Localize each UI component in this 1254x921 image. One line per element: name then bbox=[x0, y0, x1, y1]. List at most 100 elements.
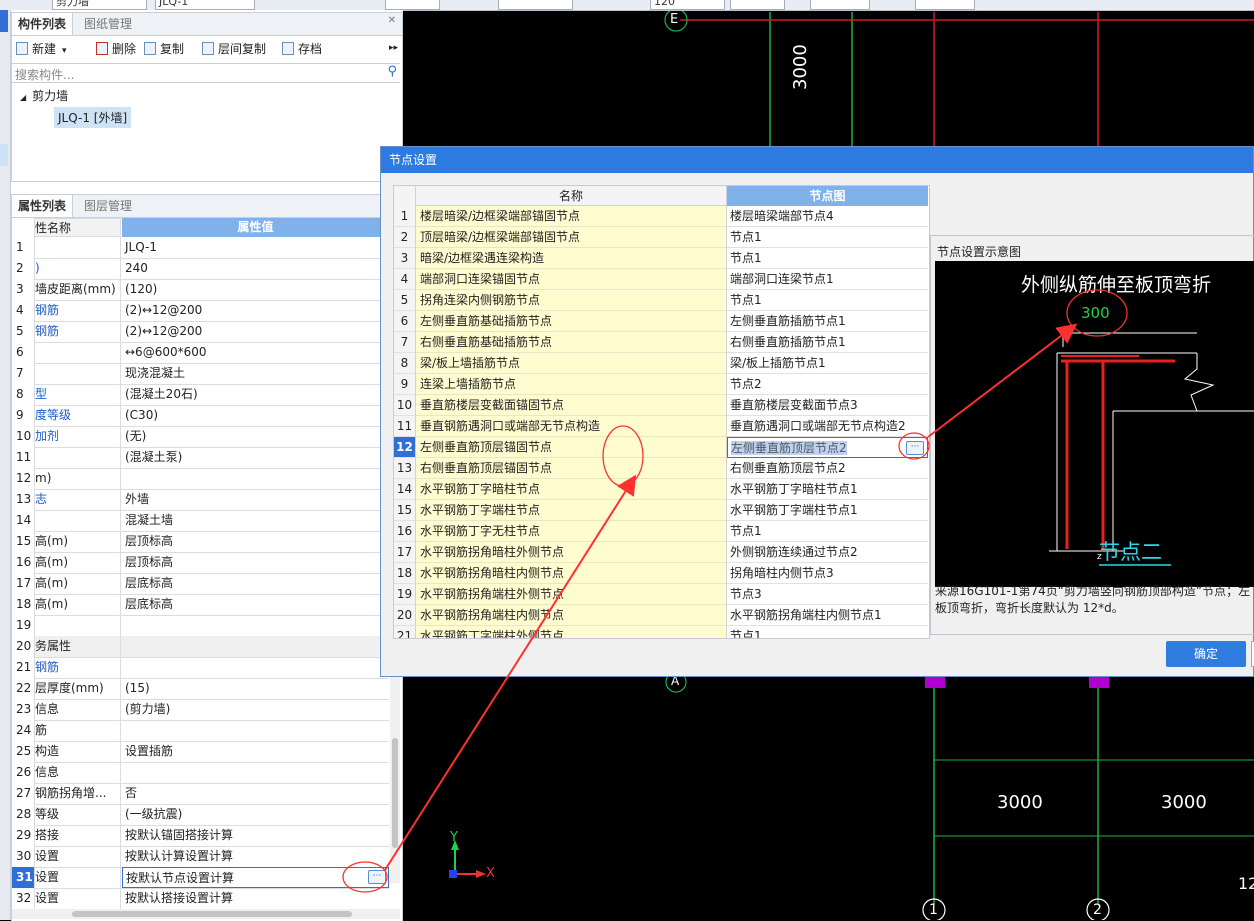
tab-layer-manage[interactable]: 图层管理 bbox=[78, 195, 138, 217]
property-value[interactable]: 层底标高 bbox=[122, 594, 389, 615]
top-field-5[interactable] bbox=[730, 0, 785, 10]
node-value[interactable]: 右侧垂直筋顶层节点2 bbox=[727, 458, 928, 479]
property-value[interactable]: 240 bbox=[122, 258, 389, 279]
property-row[interactable]: 12 m) bbox=[12, 468, 389, 490]
top-field-4[interactable]: 120 bbox=[650, 0, 725, 10]
save-button[interactable]: 存档 bbox=[282, 40, 322, 58]
node-value[interactable]: 垂直筋楼层变截面节点3 bbox=[727, 395, 928, 416]
node-row[interactable]: 15 水平钢筋丁字端柱节点 水平钢筋丁字端柱节点1 bbox=[394, 500, 929, 521]
property-row[interactable]: 10 加剂 (无) bbox=[12, 426, 389, 448]
node-row[interactable]: 10 垂直筋楼层变截面锚固节点 垂直筋楼层变截面节点3 bbox=[394, 395, 929, 416]
node-value[interactable]: 节点1 bbox=[727, 626, 928, 638]
property-row[interactable]: 9 度等级 (C30) bbox=[12, 405, 389, 427]
property-row[interactable]: 14 混凝土墙 bbox=[12, 510, 389, 532]
top-field-7[interactable] bbox=[915, 0, 975, 10]
ok-button[interactable]: 确定 bbox=[1166, 641, 1246, 667]
property-value[interactable] bbox=[122, 636, 389, 657]
tab-component-list[interactable]: 构件列表 bbox=[12, 13, 74, 35]
node-value[interactable]: 左侧垂直筋顶层节点2 ··· bbox=[727, 437, 928, 458]
property-value[interactable] bbox=[122, 657, 389, 678]
tab-property-list[interactable]: 属性列表 bbox=[12, 195, 74, 217]
property-row[interactable]: 23 信息 (剪力墙) bbox=[12, 699, 389, 721]
node-value[interactable]: 梁/板上插筋节点1 bbox=[727, 353, 928, 374]
scroll-thumb[interactable] bbox=[72, 911, 352, 917]
property-value[interactable]: 层顶标高 bbox=[122, 552, 389, 573]
property-value[interactable]: (无) bbox=[122, 426, 389, 447]
top-field-0[interactable]: 剪力墙 bbox=[52, 0, 147, 10]
node-row[interactable]: 14 水平钢筋丁字暗柱节点 水平钢筋丁字暗柱节点1 bbox=[394, 479, 929, 500]
search-icon[interactable]: ⚲ bbox=[387, 64, 397, 79]
property-row[interactable]: 17 高(m) 层底标高 bbox=[12, 573, 389, 595]
property-row[interactable]: 32 设置 按默认搭接设置计算 bbox=[12, 888, 389, 910]
tree-node-shear-wall[interactable]: ◢ 剪力墙 bbox=[20, 87, 68, 104]
floor-copy-button[interactable]: 层间复制 bbox=[202, 40, 266, 58]
new-button[interactable]: 新建 ▾ bbox=[16, 40, 67, 58]
copy-button[interactable]: 复制 bbox=[144, 40, 184, 58]
property-row[interactable]: 2) 240 bbox=[12, 258, 389, 280]
node-value[interactable]: 节点2 bbox=[727, 374, 928, 395]
tab-drawing-manage[interactable]: 图纸管理 bbox=[78, 13, 138, 35]
node-row[interactable]: 2 顶层暗梁/边框梁端部锚固节点 节点1 bbox=[394, 227, 929, 248]
node-row[interactable]: 18 水平钢筋拐角暗柱内侧节点 拐角暗柱内侧节点3 bbox=[394, 563, 929, 584]
top-field-6[interactable] bbox=[810, 0, 870, 10]
close-icon[interactable]: ✕ bbox=[388, 15, 396, 26]
property-row[interactable]: 22 层厚度(mm) (15) bbox=[12, 678, 389, 700]
property-row[interactable]: 28 等级 (一级抗震) bbox=[12, 804, 389, 826]
property-row[interactable]: 30 设置 按默认计算设置计算 bbox=[12, 846, 389, 868]
node-value[interactable]: 节点1 bbox=[727, 248, 928, 269]
property-value[interactable] bbox=[122, 468, 389, 489]
property-row[interactable]: 11 (混凝土泵) bbox=[12, 447, 389, 469]
node-value[interactable]: 左侧垂直筋插筋节点1 bbox=[727, 311, 928, 332]
property-value[interactable]: 层顶标高 bbox=[122, 531, 389, 552]
property-value[interactable]: (C30) bbox=[122, 405, 389, 426]
property-value[interactable]: (2)↔12@200 bbox=[122, 300, 389, 321]
property-row[interactable]: 15 高(m) 层顶标高 bbox=[12, 531, 389, 553]
property-row[interactable]: 31 设置 按默认节点设置计算 ··· bbox=[12, 867, 389, 889]
property-row[interactable]: 7 现浇混凝土 bbox=[12, 363, 389, 385]
node-value[interactable]: 右侧垂直筋插筋节点1 bbox=[727, 332, 928, 353]
collapse-icon[interactable]: ◢ bbox=[20, 93, 26, 102]
top-field-3[interactable] bbox=[498, 0, 573, 10]
tree-node-jlq-1[interactable]: JLQ-1 [外墙] bbox=[54, 107, 132, 128]
node-row[interactable]: 9 连梁上墙插筋节点 节点2 bbox=[394, 374, 929, 395]
property-row[interactable]: 13 志外墙 bbox=[12, 489, 389, 511]
property-row[interactable]: 3 墙皮距离(mm) (120) bbox=[12, 279, 389, 301]
node-row[interactable]: 11 垂直钢筋遇洞口或端部无节点构造 垂直筋遇洞口或端部无节点构造2 bbox=[394, 416, 929, 437]
property-row[interactable]: 25 构造 设置插筋 bbox=[12, 741, 389, 763]
node-row[interactable]: 13 右侧垂直筋顶层锚固节点 右侧垂直筋顶层节点2 bbox=[394, 458, 929, 479]
property-row[interactable]: 6 ↔6@600*600 bbox=[12, 342, 389, 364]
node-value[interactable]: 节点1 bbox=[727, 227, 928, 248]
property-value[interactable]: (混凝土泵) bbox=[122, 447, 389, 468]
node-row[interactable]: 1 楼层暗梁/边框梁端部锚固节点 楼层暗梁端部节点4 bbox=[394, 206, 929, 227]
property-row[interactable]: 5 钢筋 (2)↔12@200 bbox=[12, 321, 389, 343]
node-value[interactable]: 外侧钢筋连续通过节点2 bbox=[727, 542, 928, 563]
top-field-2[interactable] bbox=[385, 0, 440, 10]
scroll-thumb[interactable] bbox=[392, 738, 398, 848]
property-value[interactable]: (2)↔12@200 bbox=[122, 321, 389, 342]
property-row[interactable]: 20 务属性 bbox=[12, 636, 389, 658]
property-value[interactable] bbox=[122, 762, 389, 783]
property-value[interactable]: 按默认锚固搭接计算 bbox=[122, 825, 389, 846]
property-value[interactable]: 现浇混凝土 bbox=[122, 363, 389, 384]
property-row[interactable]: 24 筋 bbox=[12, 720, 389, 742]
property-value[interactable]: (120) bbox=[122, 279, 389, 300]
property-row[interactable]: 16 高(m) 层顶标高 bbox=[12, 552, 389, 574]
property-value[interactable]: 外墙 bbox=[122, 489, 389, 510]
node-value[interactable]: 水平钢筋丁字暗柱节点1 bbox=[727, 479, 928, 500]
property-row[interactable]: 26 信息 bbox=[12, 762, 389, 784]
property-value[interactable]: 设置插筋 bbox=[122, 741, 389, 762]
top-field-1[interactable]: JLQ-1 bbox=[155, 0, 255, 10]
property-value[interactable]: (15) bbox=[122, 678, 389, 699]
node-row[interactable]: 20 水平钢筋拐角端柱内侧节点 水平钢筋拐角端柱内侧节点1 bbox=[394, 605, 929, 626]
node-row[interactable]: 12 左侧垂直筋顶层锚固节点 左侧垂直筋顶层节点2 ··· bbox=[394, 437, 929, 458]
node-value[interactable]: 楼层暗梁端部节点4 bbox=[727, 206, 928, 227]
property-value[interactable]: 按默认计算设置计算 bbox=[122, 846, 389, 867]
node-row[interactable]: 3 暗梁/边框梁遇连梁构造 节点1 bbox=[394, 248, 929, 269]
node-row[interactable]: 4 端部洞口连梁锚固节点 端部洞口连梁节点1 bbox=[394, 269, 929, 290]
property-value[interactable]: 层底标高 bbox=[122, 573, 389, 594]
node-value[interactable]: 垂直筋遇洞口或端部无节点构造2 bbox=[727, 416, 928, 437]
property-row[interactable]: 27 钢筋拐角增... 否 bbox=[12, 783, 389, 805]
property-value[interactable]: (混凝土20石) bbox=[122, 384, 389, 405]
node-value[interactable]: 水平钢筋拐角端柱内侧节点1 bbox=[727, 605, 928, 626]
node-value[interactable]: 拐角暗柱内侧节点3 bbox=[727, 563, 928, 584]
